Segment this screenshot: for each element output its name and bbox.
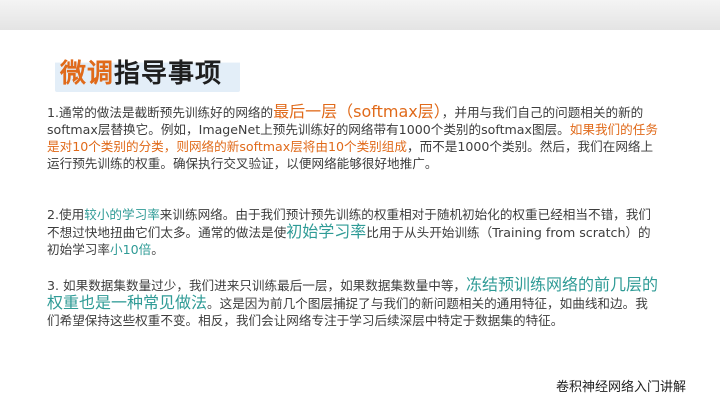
p2-emphasis-10x: 小10倍	[109, 242, 152, 257]
p1-text-a: 1.通常的做法是截断预先训练好的网络的	[47, 105, 274, 120]
window-top-bar	[0, 0, 720, 31]
p2-emphasis-small-lr: 较小的学习率	[84, 207, 160, 222]
footer-caption: 卷积神经网络入门讲解	[555, 380, 686, 395]
p3-text-a: 3. 如果数据集数量过少，我们进来只训练最后一层，如果数据集数量中等，	[47, 278, 467, 293]
paragraph-1: 1.通常的做法是截断预先训练好的网络的最后一层（softmax层），并用与我们自…	[47, 103, 659, 172]
slide-title: 微调指导事项	[60, 56, 222, 92]
title-rest: 指导事项	[114, 59, 223, 89]
p1-emphasis-last-layer: 最后一层（softmax层）	[273, 102, 442, 121]
title-highlight: 微调	[60, 59, 115, 89]
p2-emphasis-initial-lr: 初始学习率	[286, 222, 367, 241]
p2-text-g: 。	[151, 242, 164, 257]
paragraph-2: 2.使用较小的学习率来训练网络。由于我们预计预先训练的权重相对于随机初始化的权重…	[47, 206, 659, 258]
paragraph-3: 3. 如果数据集数量过少，我们进来只训练最后一层，如果数据集数量中等，冻结预训练…	[47, 276, 659, 329]
p2-text-a: 2.使用	[47, 207, 85, 222]
